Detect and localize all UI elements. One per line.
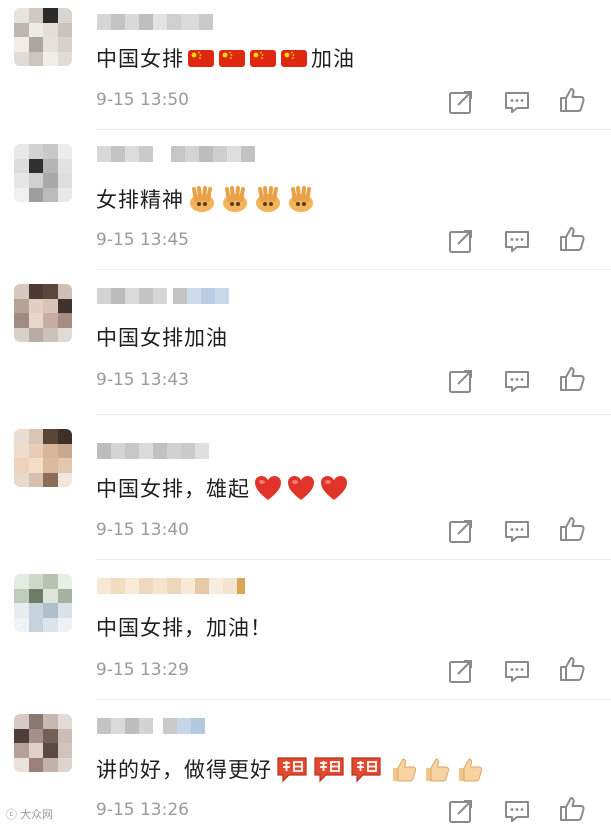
- reply-icon[interactable]: [503, 367, 531, 395]
- avatar[interactable]: [14, 284, 72, 342]
- comment-item: 中国女排加油 9-15 13:43: [0, 270, 611, 415]
- share-icon[interactable]: [447, 367, 475, 395]
- avatar[interactable]: [14, 574, 72, 632]
- share-icon[interactable]: [447, 227, 475, 255]
- comment-text-pre: 女排精神: [96, 188, 184, 212]
- like-icon[interactable]: [558, 515, 586, 543]
- emoji-group: [187, 48, 308, 68]
- share-icon[interactable]: [447, 517, 475, 545]
- fighting-sticker-emoji: [277, 757, 307, 783]
- like-icon[interactable]: [558, 86, 586, 114]
- comment-text-pre: 中国女排加油: [96, 326, 228, 350]
- cn-flag-emoji: [219, 50, 245, 67]
- victory-hand-emoji: [256, 186, 280, 212]
- username-blurred[interactable]: [97, 146, 255, 162]
- comment-time: 9-15 13:26: [96, 800, 189, 820]
- comment-text-pre: 讲的好，做得更好: [96, 758, 272, 782]
- comment-time: 9-15 13:29: [96, 660, 189, 680]
- reply-icon[interactable]: [503, 227, 531, 255]
- fighting-sticker-emoji: [351, 757, 381, 783]
- cn-flag-emoji: [250, 50, 276, 67]
- like-icon[interactable]: [558, 365, 586, 393]
- comment-item: 讲的好，做得更好 9-15 13:26: [0, 700, 611, 828]
- comment-text-pre: 中国女排，加油！: [96, 616, 272, 640]
- comment-text: 讲的好，做得更好: [96, 752, 488, 786]
- fighting-sticker-emoji: [314, 757, 344, 783]
- comment-text: 中国女排，雄起: [96, 473, 352, 503]
- comment-text: 女排精神: [96, 184, 319, 214]
- thumbs-up-emoji: [426, 758, 450, 782]
- comment-item: 中国女排 加油 9-15 13:50: [0, 0, 611, 130]
- victory-hand-emoji: [289, 186, 313, 212]
- like-icon[interactable]: [558, 655, 586, 683]
- emoji-group: [389, 755, 485, 783]
- comment-time: 9-15 13:45: [96, 230, 189, 250]
- comment-text-post: 加油: [311, 47, 355, 71]
- heart-emoji: [288, 476, 314, 500]
- comment-item: 中国女排，加油！ 9-15 13:29: [0, 560, 611, 700]
- emoji-group: [187, 184, 316, 214]
- comment-time: 9-15 13:50: [96, 90, 189, 110]
- reply-icon[interactable]: [503, 657, 531, 685]
- share-icon[interactable]: [447, 797, 475, 825]
- watermark: ⓒ 大众网: [6, 806, 53, 822]
- victory-hand-emoji: [223, 186, 247, 212]
- avatar[interactable]: [14, 144, 72, 202]
- username-blurred[interactable]: [97, 443, 209, 459]
- share-icon[interactable]: [447, 88, 475, 116]
- like-icon[interactable]: [558, 225, 586, 253]
- reply-icon[interactable]: [503, 88, 531, 116]
- share-icon[interactable]: [447, 657, 475, 685]
- cn-flag-emoji: [281, 50, 307, 67]
- comment-text: 中国女排 加油: [96, 43, 355, 73]
- comment-item: 中国女排，雄起 9-15 13:40: [0, 415, 611, 560]
- comment-item: 女排精神 9-15 13:45: [0, 130, 611, 270]
- reply-icon[interactable]: [503, 797, 531, 825]
- avatar[interactable]: [14, 714, 72, 772]
- username-blurred[interactable]: [97, 578, 245, 594]
- heart-emoji: [255, 476, 281, 500]
- reply-icon[interactable]: [503, 517, 531, 545]
- victory-hand-emoji: [190, 186, 214, 212]
- username-blurred[interactable]: [97, 288, 229, 304]
- username-blurred[interactable]: [97, 718, 205, 734]
- thumbs-up-emoji: [459, 758, 483, 782]
- thumbs-up-emoji: [393, 758, 417, 782]
- cn-flag-emoji: [188, 50, 214, 67]
- heart-emoji: [321, 476, 347, 500]
- comment-text-pre: 中国女排: [96, 47, 184, 71]
- comment-text: 中国女排，加油！: [96, 612, 272, 642]
- emoji-group: [253, 474, 349, 502]
- watermark-text: 大众网: [20, 809, 54, 821]
- avatar[interactable]: [14, 8, 72, 66]
- emoji-group: [275, 755, 383, 783]
- comment-time: 9-15 13:40: [96, 520, 189, 540]
- watermark-logo-icon: ⓒ: [6, 809, 21, 821]
- like-icon[interactable]: [558, 795, 586, 823]
- comment-text: 中国女排加油: [96, 322, 228, 352]
- comment-text-pre: 中国女排，雄起: [96, 477, 250, 501]
- avatar[interactable]: [14, 429, 72, 487]
- username-blurred[interactable]: [97, 14, 213, 30]
- comment-time: 9-15 13:43: [96, 370, 189, 390]
